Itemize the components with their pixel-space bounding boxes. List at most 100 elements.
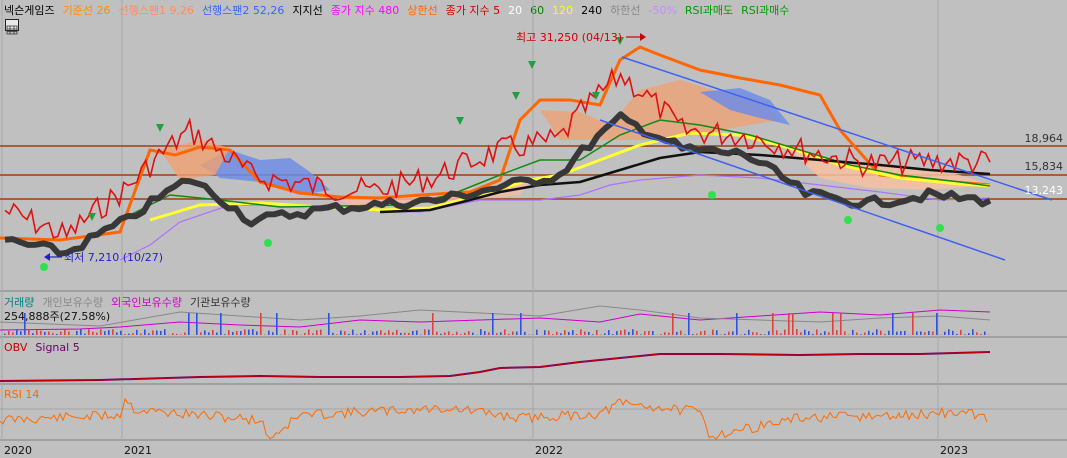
volume-bar [808, 331, 810, 335]
volume-bar [572, 330, 574, 335]
volume-bar [628, 331, 630, 335]
volume-bar [240, 331, 242, 335]
volume-bar [128, 333, 130, 335]
volume-bar [952, 330, 954, 335]
x-tick-label: 2023 [940, 444, 968, 457]
signal-dot [40, 263, 48, 271]
volume-bar [400, 332, 402, 335]
volume-bar [588, 331, 590, 335]
volume-bar [792, 313, 794, 335]
volume-bar [304, 333, 306, 335]
volume-bar [820, 333, 822, 335]
signal-dot [264, 239, 272, 247]
volume-bar [968, 333, 970, 335]
volume-bar [768, 331, 770, 335]
volume-bar [272, 332, 274, 335]
volume-bar [860, 334, 862, 335]
stock-chart-canvas: 최고 31,250 (04/13) 최저 7,210 (10/27) 2020 2… [0, 0, 1067, 457]
volume-bar [688, 313, 690, 335]
volume-bar [560, 333, 562, 335]
volume-bar [584, 331, 586, 335]
volume-bar [52, 333, 54, 335]
volume-bar [856, 332, 858, 335]
volume-bar [840, 313, 842, 335]
volume-bar [56, 333, 58, 335]
volume-bar [728, 331, 730, 335]
volume-bar [824, 331, 826, 335]
volume-bar [412, 330, 414, 335]
volume-bar [472, 332, 474, 335]
volume-bar [812, 333, 814, 335]
volume-bar [204, 330, 206, 335]
legend-item: 기관보유수량 [189, 296, 251, 309]
volume-bar [752, 332, 754, 335]
x-axis-labels: 2020 2021 2022 2023 [4, 444, 968, 457]
volume-bar [668, 332, 670, 335]
volume-bar [372, 331, 374, 335]
volume-bar [292, 329, 294, 335]
legend-item: 외국인보유수량 [111, 296, 182, 309]
volume-bar [796, 329, 798, 335]
volume-bar [916, 331, 918, 335]
volume-bar [448, 331, 450, 335]
volume-bar [124, 334, 126, 335]
volume-bar [760, 333, 762, 335]
legend-item: RSI 14 [4, 388, 40, 401]
price-level-label: 15,834 [1024, 160, 1064, 173]
volume-bar [620, 330, 622, 335]
volume-bar [276, 313, 278, 335]
volume-bar [236, 331, 238, 335]
volume-bar [360, 333, 362, 335]
volume-bar [64, 329, 66, 335]
volume-bar [388, 330, 390, 335]
x-tick-label: 2022 [535, 444, 563, 457]
buy-signal-marker [156, 124, 164, 132]
volume-bar [772, 313, 774, 335]
volume-bar [784, 329, 786, 335]
volume-bar [712, 329, 714, 335]
volume-bar [880, 330, 882, 335]
support-line [4, 111, 992, 257]
volume-bar [164, 329, 166, 335]
volume-bar [652, 330, 654, 335]
volume-bar [536, 329, 538, 335]
x-tick-label: 2020 [4, 444, 32, 457]
legend-item: OBV [4, 341, 28, 354]
volume-bar [352, 329, 354, 335]
volume-bar [16, 329, 18, 335]
volume-bar [152, 330, 154, 335]
volume-bar [208, 332, 210, 335]
volume-bar [172, 333, 174, 335]
high-label: 최고 31,250 (04/13) [516, 31, 622, 44]
volume-bar [732, 331, 734, 335]
upper-band-line [0, 45, 991, 242]
signal-dot [936, 224, 944, 232]
volume-bar [544, 330, 546, 335]
volume-bar [744, 333, 746, 335]
volume-bar [676, 331, 678, 335]
volume-bar [504, 329, 506, 335]
volume-bar [640, 334, 642, 335]
volume-bar [116, 332, 118, 335]
legend-item: Signal 5 [35, 341, 80, 354]
volume-bar [136, 329, 138, 335]
volume-bar [924, 332, 926, 335]
buy-signal-marker [512, 92, 520, 100]
volume-bar [828, 332, 830, 335]
volume-bar [780, 333, 782, 335]
volume-bar [432, 313, 434, 335]
volume-bar [44, 331, 46, 335]
volume-bar [484, 331, 486, 335]
volume-bar [220, 313, 222, 335]
volume-bar [500, 332, 502, 335]
volume-bar [564, 330, 566, 335]
volume-bar [456, 331, 458, 335]
volume-bar [340, 330, 342, 335]
volume-bar [464, 332, 466, 335]
volume-bar [284, 329, 286, 335]
volume-bar [196, 313, 198, 335]
volume-bar [596, 329, 598, 335]
volume-bar [488, 332, 490, 335]
volume-bar [68, 331, 70, 335]
volume-bar [664, 332, 666, 335]
